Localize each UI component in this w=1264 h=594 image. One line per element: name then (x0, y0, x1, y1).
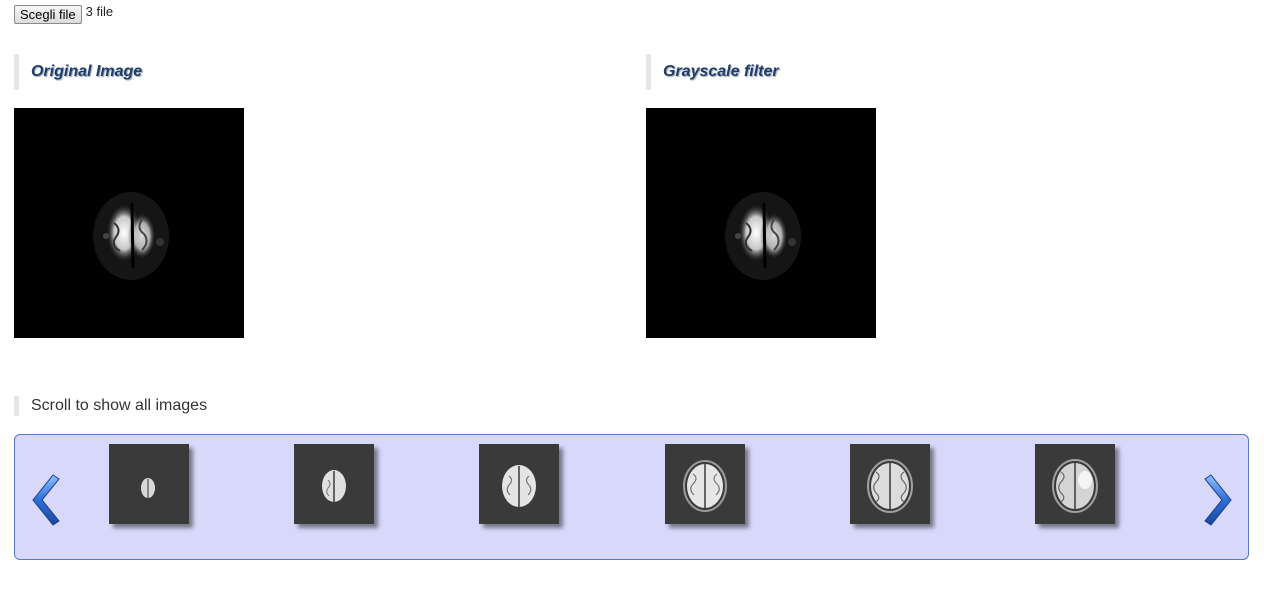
thumbnail-3[interactable] (479, 444, 559, 524)
choose-file-button[interactable]: Scegli file (14, 5, 82, 24)
chevron-left-icon (32, 474, 60, 526)
thumbnail-1[interactable] (109, 444, 189, 524)
carousel-prev-button[interactable] (23, 471, 63, 529)
grayscale-filter-title: Grayscale filter (646, 54, 779, 90)
brain-thumbnail (502, 465, 536, 507)
brain-thumbnail (141, 478, 155, 498)
brain-thumbnail (867, 459, 913, 513)
thumbnail-5[interactable] (850, 444, 930, 524)
file-count-label: 3 file (85, 4, 114, 19)
thumbnail-6[interactable] (1035, 444, 1115, 524)
carousel-next-button[interactable] (1201, 471, 1241, 529)
file-input-row: Scegli file 3 file (14, 4, 113, 24)
grayscale-mri-image (646, 108, 876, 338)
brain-thumbnail (1052, 459, 1098, 513)
chevron-right-icon (1204, 474, 1232, 526)
brain-scan-grayscale (725, 192, 801, 280)
image-carousel (14, 434, 1249, 560)
brain-thumbnail (683, 460, 727, 512)
original-image-title: Original Image (14, 54, 142, 90)
original-mri-image (14, 108, 244, 338)
thumbnail-4[interactable] (665, 444, 745, 524)
scroll-hint-label: Scroll to show all images (14, 396, 207, 416)
thumbnail-2[interactable] (294, 444, 374, 524)
brain-thumbnail (322, 470, 346, 502)
brain-scan-original (93, 192, 169, 280)
